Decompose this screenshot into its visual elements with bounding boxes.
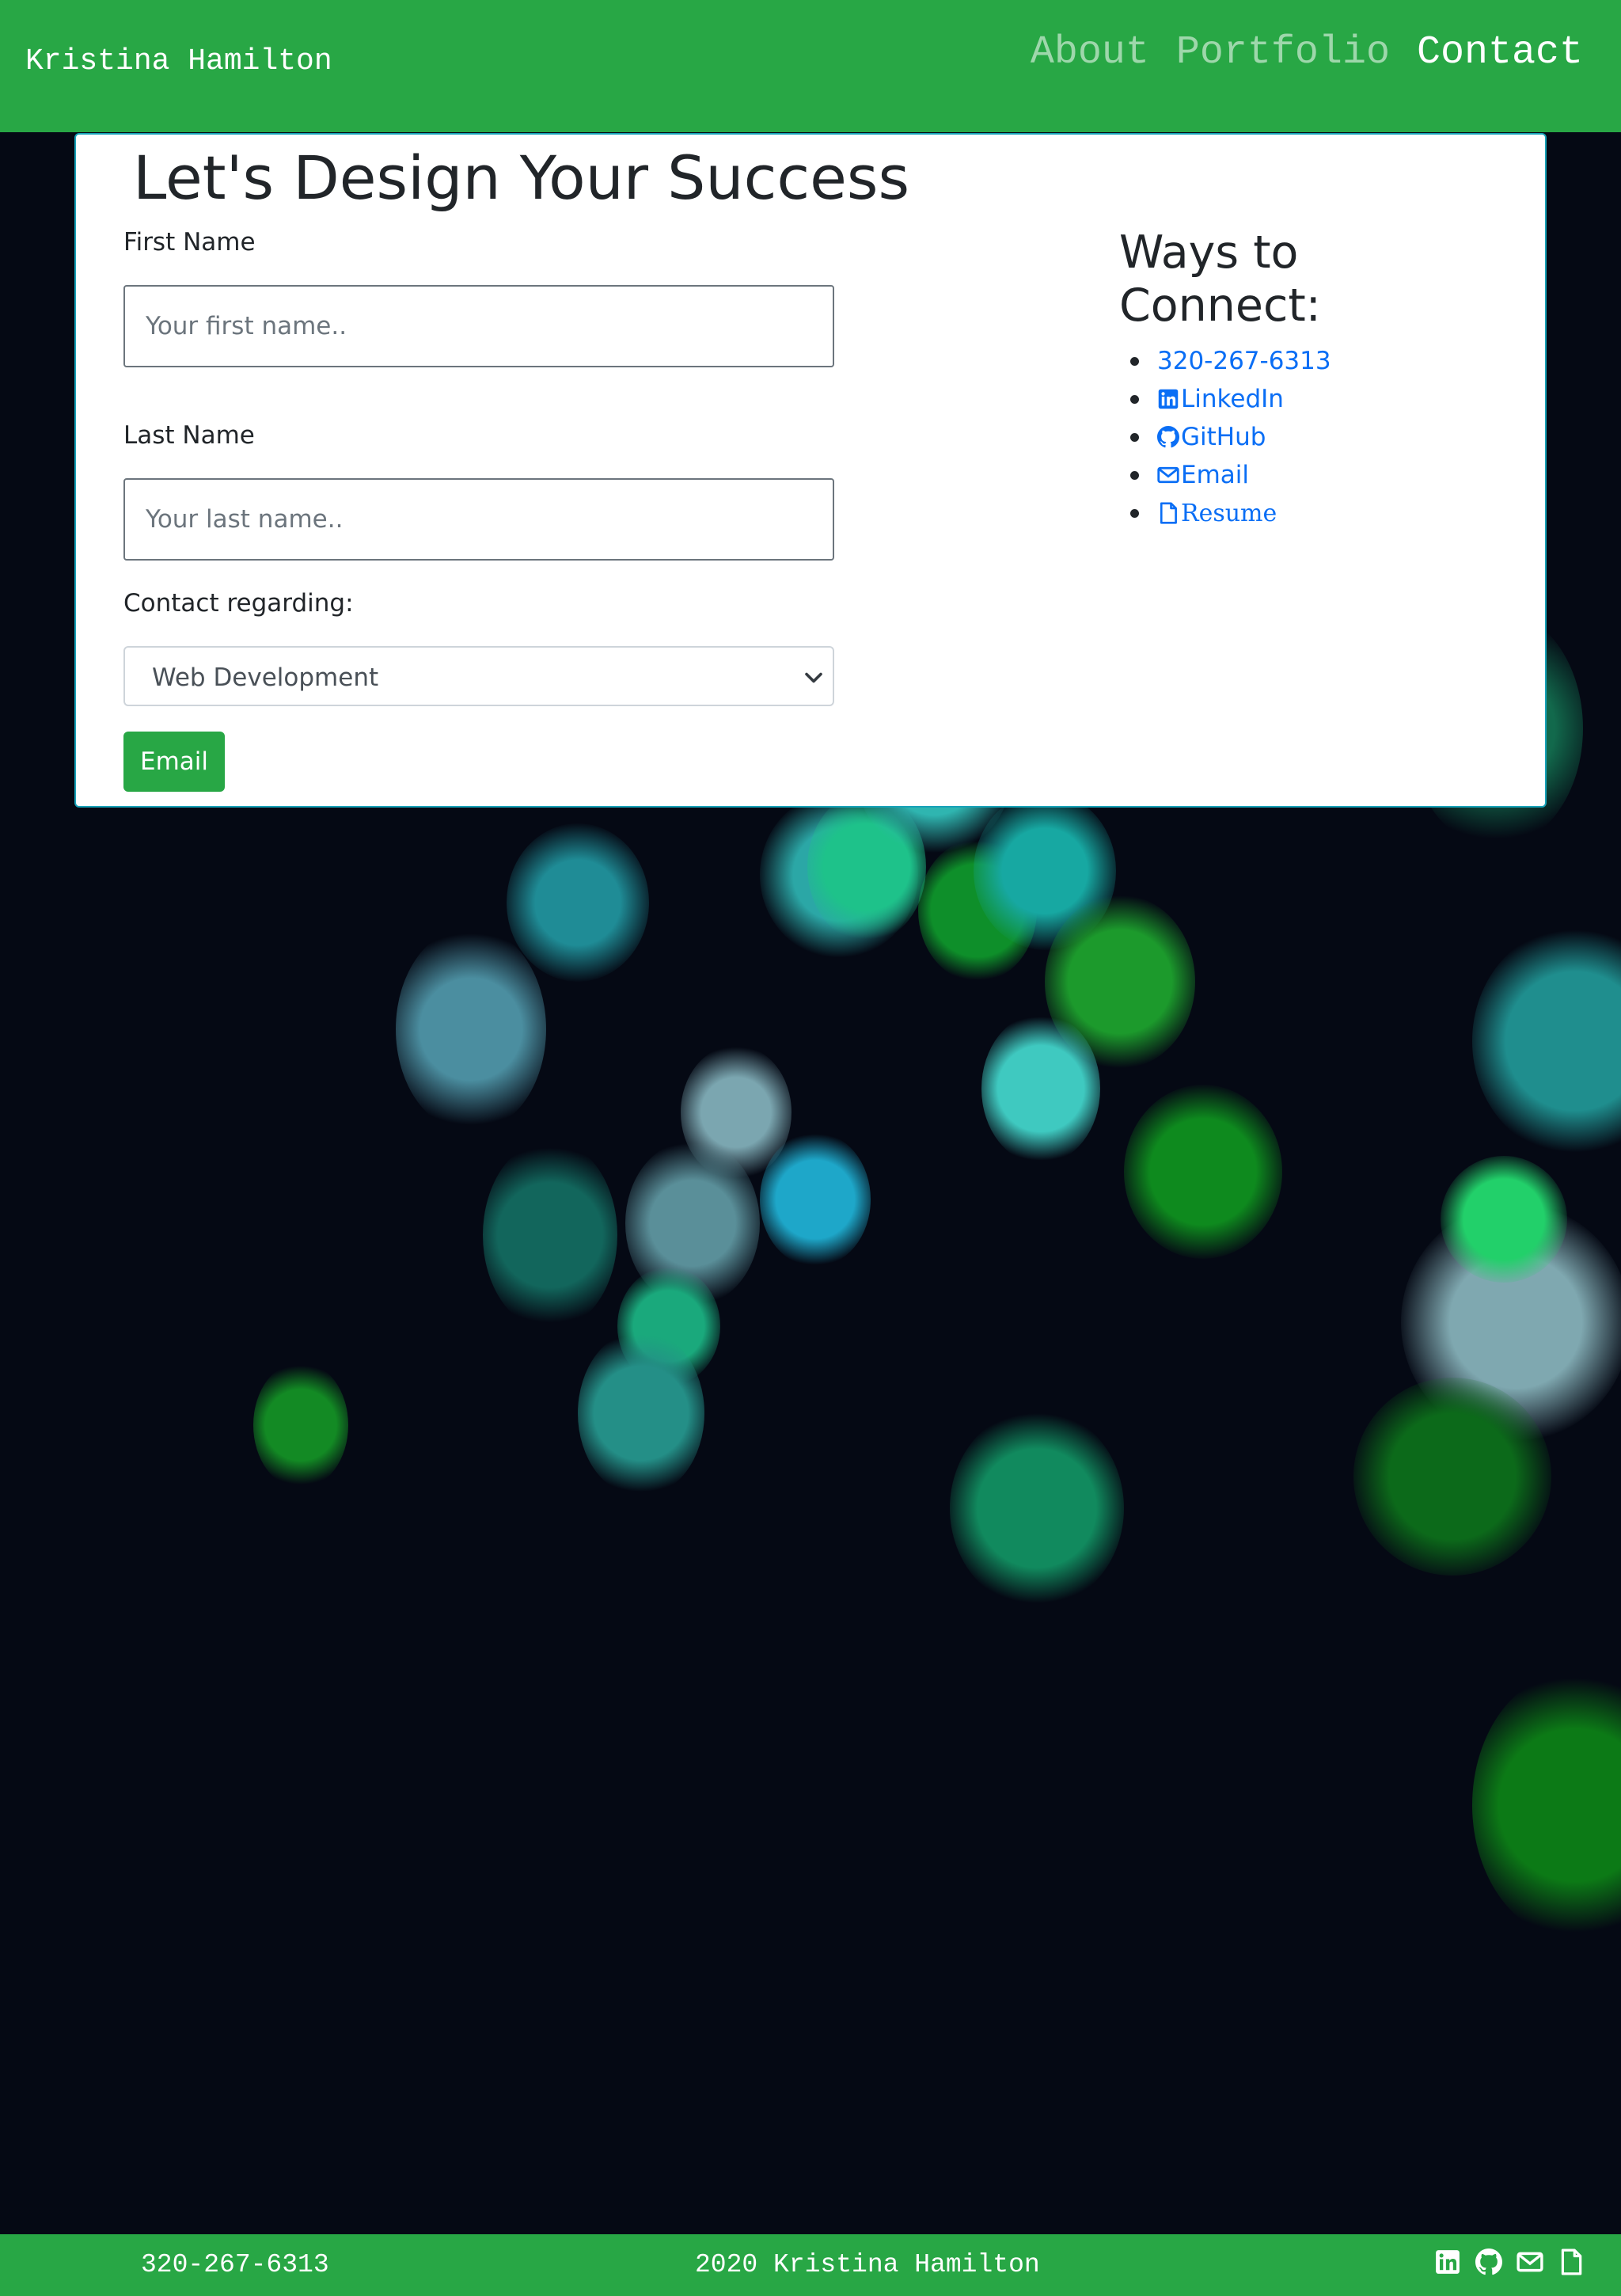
file-icon[interactable] [1558, 2248, 1585, 2275]
brand-name[interactable]: Kristina Hamilton [25, 44, 332, 78]
phone-link[interactable]: 320-267-6313 [1157, 347, 1331, 375]
contact-regarding-label: Contact regarding: [123, 589, 354, 618]
linkedin-link[interactable]: LinkedIn [1157, 385, 1284, 413]
chevron-down-icon [805, 672, 822, 683]
nav-link-about[interactable]: About [1031, 30, 1149, 75]
list-item: LinkedIn [1130, 380, 1331, 418]
github-label: GitHub [1181, 423, 1266, 451]
first-name-input[interactable] [123, 285, 834, 367]
last-name-label: Last Name [123, 421, 255, 450]
selected-option: Web Development [152, 663, 379, 692]
connect-list: 320-267-6313 LinkedIn GitHub Email Resum… [1130, 342, 1331, 532]
email-submit-button[interactable]: Email [123, 732, 225, 792]
contact-regarding-select[interactable]: Web Development [123, 646, 834, 706]
envelope-icon [1157, 466, 1179, 484]
github-icon [1157, 426, 1179, 448]
list-item: Resume [1130, 494, 1331, 532]
main-nav: About Portfolio Contact [1031, 30, 1583, 75]
top-navbar: Kristina Hamilton About Portfolio Contac… [0, 0, 1621, 132]
linkedin-label: LinkedIn [1181, 385, 1284, 413]
linkedin-icon [1158, 389, 1179, 409]
email-label: Email [1181, 461, 1250, 489]
phone-label: 320-267-6313 [1157, 347, 1331, 375]
footer-social-links [1434, 2248, 1585, 2275]
file-icon [1160, 502, 1177, 524]
nav-link-portfolio[interactable]: Portfolio [1176, 30, 1390, 75]
list-item: Email [1130, 456, 1331, 494]
email-link[interactable]: Email [1157, 461, 1249, 489]
page-title: Let's Design Your Success [133, 143, 910, 213]
list-item: 320-267-6313 [1130, 342, 1331, 380]
connect-heading: Ways to Connect: [1119, 226, 1321, 332]
linkedin-icon[interactable] [1434, 2248, 1461, 2275]
list-item: GitHub [1130, 418, 1331, 456]
resume-label: Resume [1181, 499, 1277, 527]
resume-link[interactable]: Resume [1157, 500, 1277, 527]
contact-card: Let's Design Your Success First Name Las… [74, 133, 1547, 808]
first-name-label: First Name [123, 228, 256, 257]
nav-link-contact[interactable]: Contact [1417, 30, 1583, 75]
footer-copyright: 2020 Kristina Hamilton [695, 2250, 1040, 2279]
footer-phone: 320-267-6313 [141, 2250, 329, 2279]
github-link[interactable]: GitHub [1157, 423, 1266, 451]
github-icon[interactable] [1475, 2248, 1502, 2275]
footer: 320-267-6313 2020 Kristina Hamilton [0, 2234, 1621, 2296]
envelope-icon[interactable] [1517, 2248, 1543, 2275]
last-name-input[interactable] [123, 478, 834, 561]
